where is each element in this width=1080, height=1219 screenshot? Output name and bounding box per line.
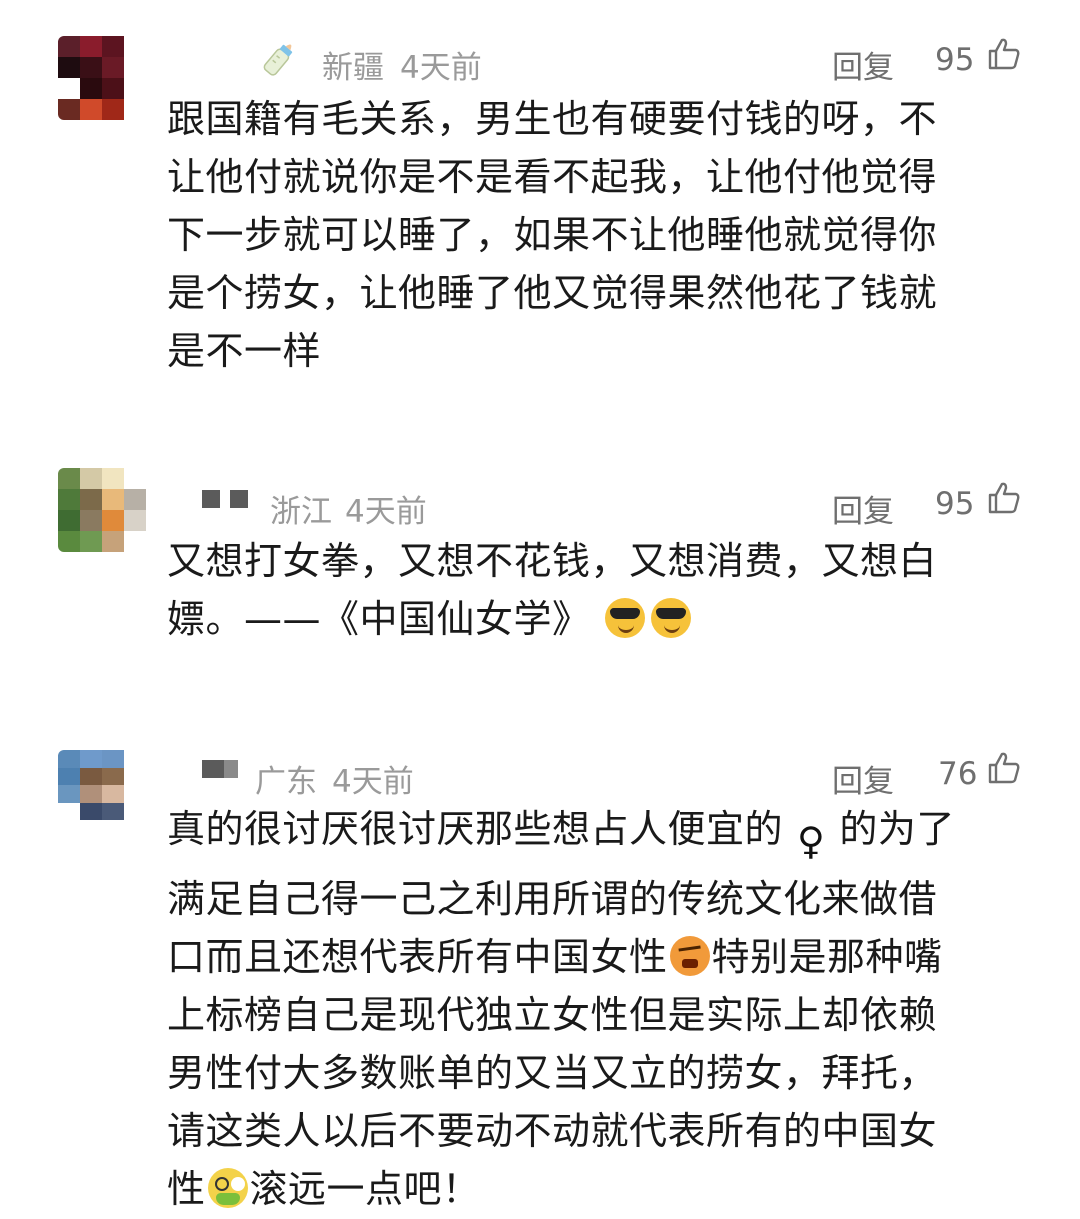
comment-time: 4天前 bbox=[332, 764, 414, 800]
comment-line: 满足自己得一己之利用所谓的传统文化来做借 bbox=[167, 877, 938, 921]
comment-text: 跟国籍有毛关系，男生也有硬要付钱的呀，不 让他付就说你是不是看不起我，让他付他觉… bbox=[167, 90, 1007, 380]
comment-line: 上标榜自己是现代独立女性但是实际上却依赖 bbox=[167, 993, 938, 1037]
thumbs-up-icon[interactable] bbox=[986, 36, 1022, 72]
comment-line: 是个捞女，让他睡了他又觉得果然他花了钱就 bbox=[167, 271, 938, 315]
like-count: 95 bbox=[935, 42, 975, 78]
comment-meta: 新疆 4天前 回复 95 bbox=[0, 34, 1080, 94]
sunglasses-emoji-icon bbox=[650, 598, 691, 638]
thumbs-up-icon[interactable] bbox=[986, 480, 1022, 516]
reply-button[interactable]: 回复 bbox=[832, 42, 894, 87]
comment-line-text: 特别是那种嘴 bbox=[711, 935, 943, 979]
comment-line: 嫖。——《中国仙女学》 bbox=[167, 590, 1007, 648]
thumbs-up-icon[interactable] bbox=[986, 750, 1022, 786]
comment-meta: 浙江 4天前 回复 95 bbox=[0, 478, 1080, 538]
username-redacted[interactable] bbox=[202, 758, 238, 780]
comment-text: 又想打女拳，又想不花钱，又想消费，又想白 嫖。——《中国仙女学》 bbox=[167, 532, 1007, 648]
comment-line: 真的很讨厌很讨厌那些想占人便宜的 ♀ 的为了 bbox=[167, 800, 1007, 870]
baby-bottle-icon bbox=[263, 44, 293, 76]
comment-line: 男性付大多数账单的又当又立的捞女，拜托， bbox=[167, 1051, 938, 1095]
comment-text: 真的很讨厌很讨厌那些想占人便宜的 ♀ 的为了 满足自己得一己之利用所谓的传统文化来做… bbox=[167, 800, 1007, 1218]
reply-button[interactable]: 回复 bbox=[832, 486, 894, 531]
comment-line-text: 性 bbox=[167, 1167, 206, 1211]
comment-region: 浙江 bbox=[270, 494, 332, 530]
comment-line: 让他付就说你是不是看不起我，让他付他觉得 bbox=[167, 155, 938, 199]
comment-time: 4天前 bbox=[400, 50, 482, 86]
comment-line-text: 的为了 bbox=[839, 807, 955, 851]
like-count: 76 bbox=[938, 756, 978, 792]
sunglasses-emoji-icon bbox=[604, 598, 645, 638]
comment-line: 请这类人以后不要动不动就代表所有的中国女 bbox=[167, 1109, 938, 1153]
female-symbol: ♀ bbox=[797, 819, 826, 863]
comment-line: 跟国籍有毛关系，男生也有硬要付钱的呀，不 bbox=[167, 97, 938, 141]
comment-line-text: 真的很讨厌很讨厌那些想占人便宜的 bbox=[167, 807, 784, 851]
comment-line-text: 滚远一点吧！ bbox=[249, 1167, 481, 1211]
comment-line: 下一步就可以睡了，如果不让他睡他就觉得你 bbox=[167, 213, 938, 257]
comment-region: 广东 bbox=[255, 764, 317, 800]
username-redacted[interactable] bbox=[202, 488, 248, 510]
angry-face-emoji-icon bbox=[669, 936, 710, 976]
comment-meta: 广东 4天前 回复 76 bbox=[0, 748, 1080, 808]
comment-line-text: 口而且还想代表所有中国女性 bbox=[167, 935, 668, 979]
comment-line: 口而且还想代表所有中国女性 特别是那种嘴 bbox=[167, 928, 1007, 986]
comment-line: 又想打女拳，又想不花钱，又想消费，又想白 bbox=[167, 539, 938, 583]
comment-time: 4天前 bbox=[345, 494, 427, 530]
comment-line-text: 嫖。——《中国仙女学》 bbox=[167, 597, 591, 641]
comment-line: 性滚远一点吧！ bbox=[167, 1160, 1007, 1218]
reply-button[interactable]: 回复 bbox=[832, 756, 894, 801]
comment-line: 是不一样 bbox=[167, 329, 322, 373]
comment-region: 新疆 bbox=[322, 50, 384, 86]
like-count: 95 bbox=[935, 486, 975, 522]
vomiting-face-emoji-icon bbox=[207, 1168, 248, 1208]
